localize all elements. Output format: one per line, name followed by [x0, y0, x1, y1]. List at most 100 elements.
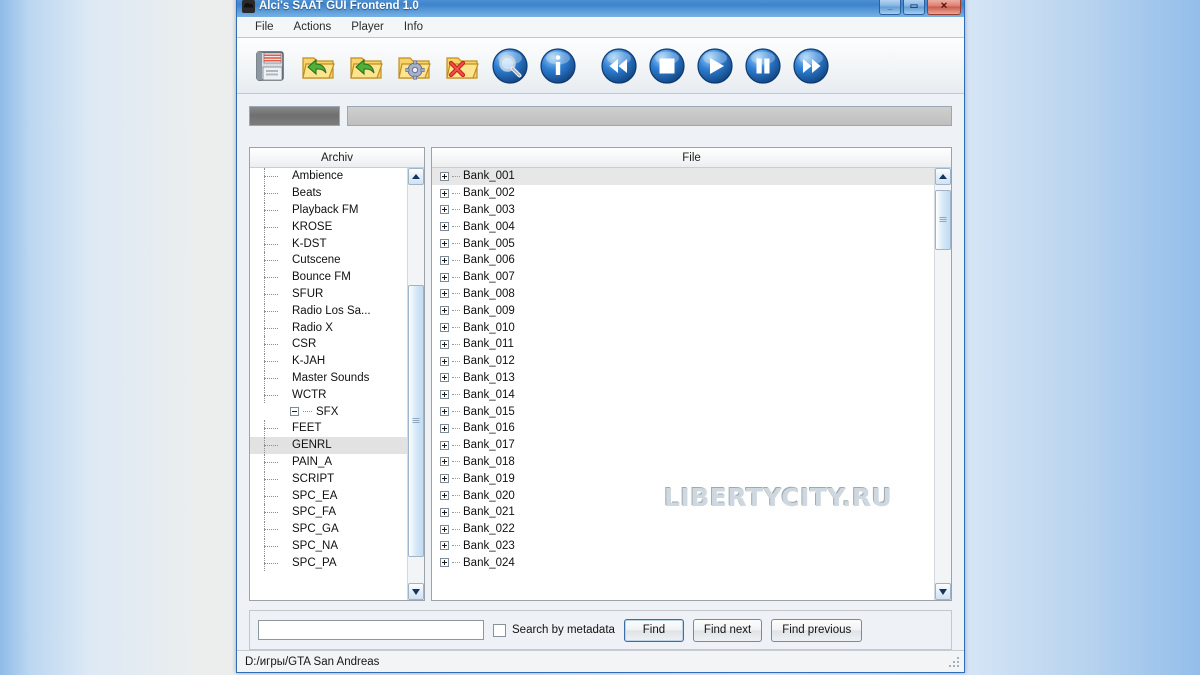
- expand-toggle-icon[interactable]: [440, 188, 449, 198]
- search-by-metadata-checkbox[interactable]: [493, 623, 506, 637]
- rewind-button[interactable]: [598, 45, 640, 87]
- tree-item-script[interactable]: SCRIPT: [250, 470, 407, 487]
- file-list-item[interactable]: Bank_004: [432, 218, 934, 235]
- file-list-item[interactable]: Bank_009: [432, 302, 934, 319]
- file-list-item[interactable]: Bank_024: [432, 554, 934, 571]
- expand-toggle-icon[interactable]: [440, 272, 449, 282]
- expand-toggle-icon[interactable]: [440, 255, 449, 265]
- info-button[interactable]: [537, 45, 579, 87]
- save-button[interactable]: [249, 45, 291, 87]
- expand-toggle-icon[interactable]: [440, 457, 449, 467]
- scroll-down-button-files[interactable]: [935, 583, 951, 600]
- expand-toggle-icon[interactable]: [440, 356, 449, 366]
- file-list-body[interactable]: Bank_001 Bank_002 Bank_003 Bank_004 Bank_005…: [432, 168, 951, 600]
- expand-toggle-icon[interactable]: [440, 171, 449, 181]
- file-list-item[interactable]: Bank_017: [432, 437, 934, 454]
- expand-toggle-icon[interactable]: [440, 222, 449, 232]
- tree-item-genrl[interactable]: GENRL: [250, 436, 407, 454]
- expand-toggle-icon[interactable]: [440, 524, 449, 534]
- tree-item-spc-ea[interactable]: SPC_EA: [250, 487, 407, 504]
- find-next-button[interactable]: Find next: [692, 618, 763, 642]
- tree-item-spc-pa[interactable]: SPC_PA: [250, 554, 407, 571]
- delete-folder-button[interactable]: [441, 45, 483, 87]
- scroll-up-button-files[interactable]: [935, 168, 951, 185]
- search-input[interactable]: [258, 620, 484, 640]
- file-list-item[interactable]: Bank_008: [432, 286, 934, 303]
- title-bar[interactable]: Alci's SAAT GUI Frontend 1.0 _ ▭ ✕: [237, 0, 964, 17]
- tree-item-feet[interactable]: FEET: [250, 420, 407, 437]
- file-list-item[interactable]: Bank_012: [432, 353, 934, 370]
- expand-toggle-icon[interactable]: [440, 306, 449, 316]
- expand-toggle-icon[interactable]: [440, 289, 449, 299]
- file-list-item[interactable]: Bank_010: [432, 319, 934, 336]
- archive-tree-body[interactable]: Ambience Beats Playback FM KROSE K-DST Cutsce…: [250, 168, 424, 600]
- file-list-item[interactable]: Bank_016: [432, 420, 934, 437]
- scroll-up-button-tree[interactable]: [408, 168, 424, 185]
- find-previous-button[interactable]: Find previous: [771, 618, 863, 642]
- tree-item-beats[interactable]: Beats: [250, 185, 407, 202]
- menu-item-player[interactable]: Player: [342, 19, 393, 35]
- tree-item-bounce-fm[interactable]: Bounce FM: [250, 269, 407, 286]
- open-archive-button[interactable]: [297, 45, 339, 87]
- expand-toggle-icon[interactable]: [440, 373, 449, 383]
- file-list-item[interactable]: Bank_007: [432, 269, 934, 286]
- file-list-item[interactable]: Bank_003: [432, 202, 934, 219]
- expand-toggle-icon[interactable]: [440, 507, 449, 517]
- tree-item-pain-a[interactable]: PAIN_A: [250, 453, 407, 471]
- menu-item-file[interactable]: File: [246, 19, 283, 35]
- import-folder-button[interactable]: [345, 45, 387, 87]
- file-list-item[interactable]: Bank_019: [432, 470, 934, 487]
- tree-item-csr[interactable]: CSR: [250, 336, 407, 353]
- tree-item-radio-los-sa[interactable]: Radio Los Sa...: [250, 302, 407, 319]
- search-by-metadata-checkbox-group[interactable]: Search by metadata: [493, 623, 615, 637]
- menu-item-info[interactable]: Info: [395, 19, 432, 35]
- tree-item-spc-ga[interactable]: SPC_GA: [250, 521, 407, 538]
- scroll-down-button-tree[interactable]: [408, 583, 424, 600]
- tree-item-spc-na[interactable]: SPC_NA: [250, 537, 407, 555]
- tree-item-sfur[interactable]: SFUR: [250, 285, 407, 303]
- expand-toggle-icon[interactable]: [440, 474, 449, 484]
- file-list-item[interactable]: Bank_022: [432, 521, 934, 538]
- expand-toggle-icon[interactable]: [440, 423, 449, 433]
- file-list-scrollbar[interactable]: [934, 168, 951, 600]
- file-list-item[interactable]: Bank_002: [432, 185, 934, 202]
- tree-item-radio-x[interactable]: Radio X: [250, 319, 407, 336]
- file-list-item[interactable]: Bank_015: [432, 403, 934, 420]
- file-list-item[interactable]: Bank_023: [432, 538, 934, 555]
- folder-settings-button[interactable]: [393, 45, 435, 87]
- tree-item-playback-fm[interactable]: Playback FM: [250, 201, 407, 219]
- expand-toggle-icon[interactable]: [440, 491, 449, 501]
- expand-toggle-icon[interactable]: [440, 390, 449, 400]
- play-button[interactable]: [694, 45, 736, 87]
- scroll-thumb-tree[interactable]: [408, 284, 424, 557]
- file-list-item[interactable]: Bank_005: [432, 235, 934, 252]
- menu-item-actions[interactable]: Actions: [285, 19, 341, 35]
- expand-toggle-icon[interactable]: [440, 205, 449, 215]
- file-list-item[interactable]: Bank_021: [432, 504, 934, 521]
- expand-toggle-icon[interactable]: [440, 407, 449, 417]
- tree-item-wctr[interactable]: WCTR: [250, 386, 407, 403]
- find-button[interactable]: Find: [623, 618, 684, 642]
- close-button[interactable]: ✕: [927, 0, 961, 15]
- tree-item-spc-fa[interactable]: SPC_FA: [250, 504, 407, 521]
- search-button[interactable]: [489, 45, 531, 87]
- expand-toggle-icon[interactable]: [440, 239, 449, 249]
- file-list-item[interactable]: Bank_013: [432, 370, 934, 387]
- expand-toggle-icon[interactable]: [440, 323, 449, 333]
- archive-tree-scrollbar[interactable]: [407, 168, 424, 600]
- maximize-button[interactable]: ▭: [903, 0, 925, 15]
- tree-collapse-toggle[interactable]: [290, 407, 299, 417]
- expand-toggle-icon[interactable]: [440, 339, 449, 349]
- pause-button[interactable]: [742, 45, 784, 87]
- resize-grip[interactable]: [949, 657, 961, 669]
- file-list-item[interactable]: Bank_001: [432, 168, 934, 185]
- file-list-item[interactable]: Bank_018: [432, 454, 934, 471]
- expand-toggle-icon[interactable]: [440, 541, 449, 551]
- file-list-item[interactable]: Bank_020: [432, 487, 934, 504]
- minimize-button[interactable]: _: [879, 0, 901, 15]
- fastforward-button[interactable]: [790, 45, 832, 87]
- tree-item-k-dst[interactable]: K-DST: [250, 235, 407, 252]
- scroll-thumb-files[interactable]: [935, 189, 951, 251]
- file-list-item[interactable]: Bank_014: [432, 386, 934, 403]
- tree-item-master-sounds[interactable]: Master Sounds: [250, 369, 407, 387]
